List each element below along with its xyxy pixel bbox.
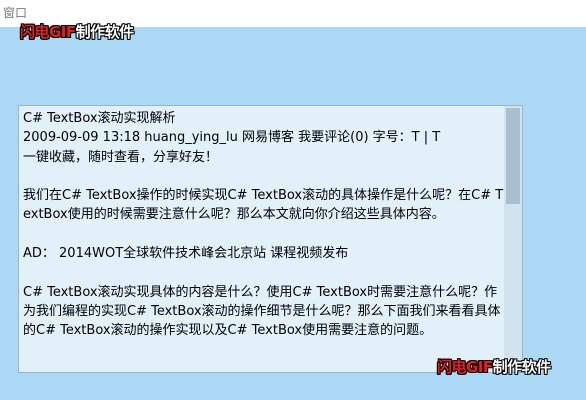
watermark-text: 制作软件	[75, 23, 135, 41]
watermark-bottom: 闪电GIF制作软件	[437, 358, 551, 376]
text-line: C# TextBox滚动实现解析	[23, 111, 176, 126]
watermark-brand: 闪电GIF	[437, 358, 493, 376]
text-line	[23, 225, 505, 244]
text-line: 一键收藏，随时查看，分享好友！	[23, 149, 219, 165]
vertical-scrollbar[interactable]	[504, 106, 522, 372]
text-line	[23, 167, 505, 186]
text-line	[23, 263, 505, 282]
watermark-text: 制作软件	[492, 358, 552, 376]
window-title: 窗口	[3, 6, 28, 20]
text-line: 2009-09-09 13:18 huang_ying_lu 网易博客 我要评论…	[23, 130, 441, 146]
watermark-brand: 闪电GIF	[20, 23, 76, 41]
text-line: 我们在C# TextBox操作的时候实现C# TextBox滚动的具体操作是什么…	[23, 188, 504, 223]
watermark-top: 闪电GIF制作软件	[20, 23, 134, 41]
multiline-textbox[interactable]: C# TextBox滚动实现解析 2009-09-09 13:18 huang_…	[18, 105, 523, 373]
text-line: C# TextBox滚动实现具体的内容是什么？使用C# TextBox时需要注意…	[23, 284, 501, 339]
textbox-content[interactable]: C# TextBox滚动实现解析 2009-09-09 13:18 huang_…	[23, 109, 505, 341]
scrollbar-thumb[interactable]	[506, 108, 520, 204]
text-line: AD： 2014WOT全球软件技术峰会北京站 课程视频发布	[23, 246, 349, 262]
